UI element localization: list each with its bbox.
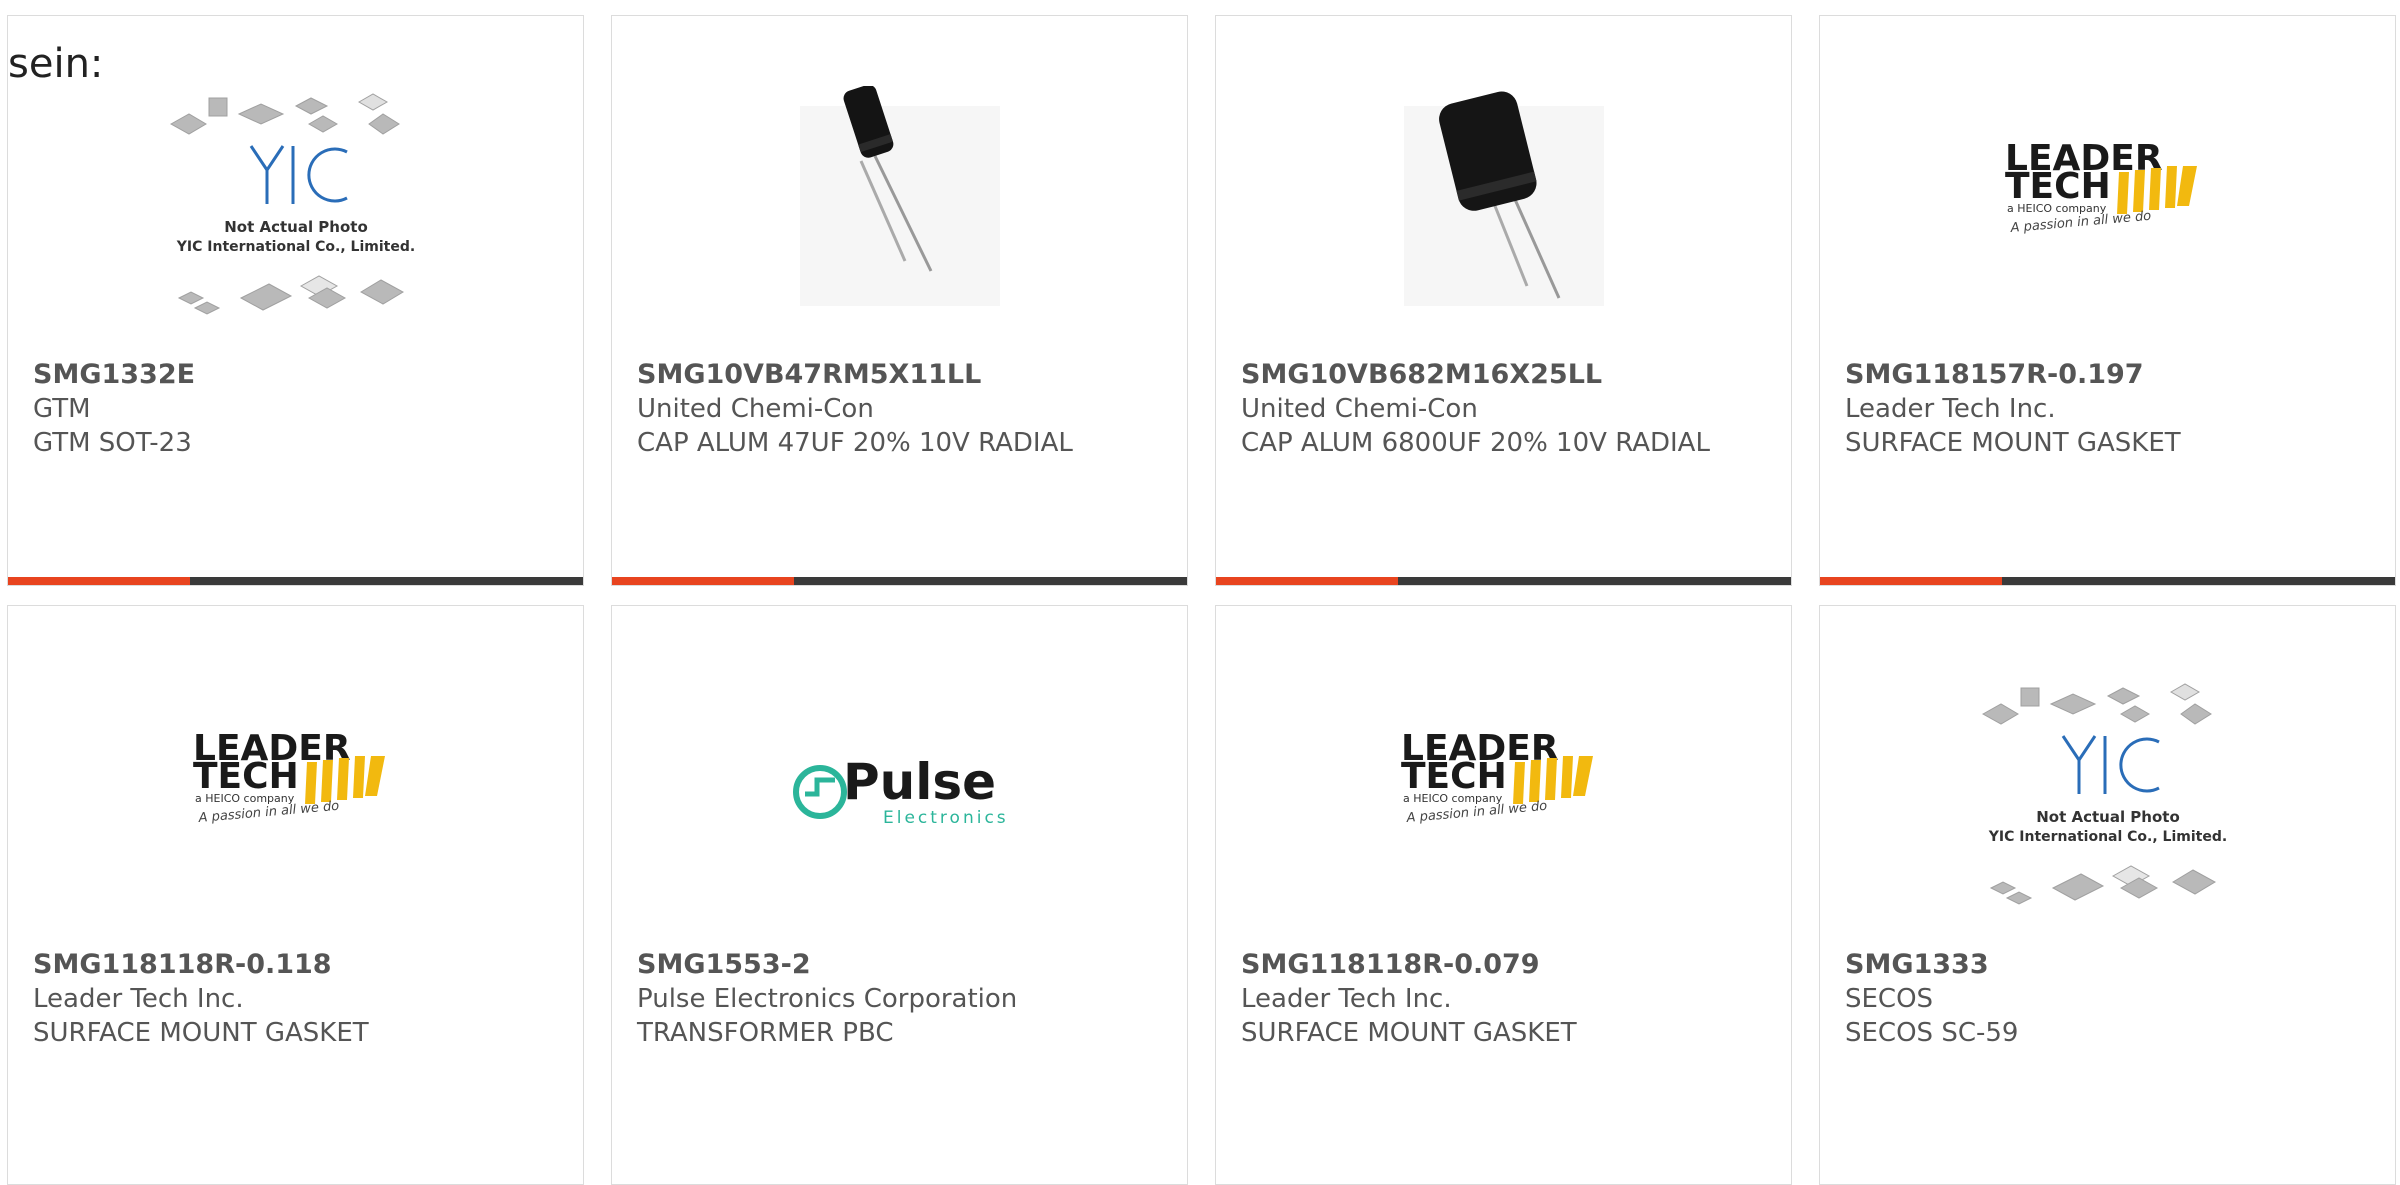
product-image-placeholder: Not Actual Photo YIC International Co., … (151, 86, 441, 326)
product-card[interactable]: LEADER TECH a HEICO company A passion in… (7, 605, 584, 1185)
intro-text: sein: (8, 41, 104, 87)
description: SURFACE MOUNT GASKET (1241, 1018, 1577, 1048)
part-number[interactable]: SMG10VB47RM5X11LL (637, 358, 1167, 392)
product-card[interactable]: SMG10VB47RM5X11LL United Chemi-Con CAP A… (611, 15, 1188, 586)
leadertech-logo: LEADER TECH a HEICO company A passion in… (151, 676, 441, 916)
product-card[interactable]: SMG10VB682M16X25LL United Chemi-Con CAP … (1215, 15, 1792, 586)
description: SECOS SC-59 (1845, 1018, 2019, 1048)
card-bottom-bar (1216, 577, 1791, 585)
manufacturer: United Chemi-Con (637, 394, 874, 424)
part-number[interactable]: SMG1333 (1845, 948, 2375, 982)
part-number[interactable]: SMG1332E (33, 358, 563, 392)
svg-text:TECH: TECH (193, 756, 299, 797)
description: SURFACE MOUNT GASKET (1845, 428, 2181, 458)
product-card[interactable]: Not Actual Photo YIC International Co., … (7, 15, 584, 586)
part-number[interactable]: SMG118118R-0.079 (1241, 948, 1771, 982)
part-number[interactable]: SMG1553-2 (637, 948, 1167, 982)
product-image-placeholder: Not Actual Photo YIC International Co., … (1963, 676, 2253, 916)
product-card[interactable]: Pulse Electronics SMG1553-2 Pulse Electr… (611, 605, 1188, 1185)
svg-text:TECH: TECH (1401, 756, 1507, 797)
description: SURFACE MOUNT GASKET (33, 1018, 369, 1048)
manufacturer: GTM (33, 394, 91, 424)
product-card[interactable]: LEADER TECH a HEICO company A passion in… (1819, 15, 2396, 586)
product-grid: Not Actual Photo YIC International Co., … (0, 0, 2400, 1185)
part-number[interactable]: SMG118157R-0.197 (1845, 358, 2375, 392)
pulse-logo: Pulse Electronics (755, 676, 1045, 916)
leadertech-logo: LEADER TECH a HEICO company A passion in… (1963, 86, 2253, 326)
part-number[interactable]: SMG118118R-0.118 (33, 948, 563, 982)
svg-text:Electronics: Electronics (883, 808, 1009, 828)
description: CAP ALUM 47UF 20% 10V RADIAL (637, 428, 1073, 458)
svg-text:Pulse: Pulse (843, 753, 996, 811)
description: GTM SOT-23 (33, 428, 192, 458)
leadertech-logo: LEADER TECH a HEICO company A passion in… (1359, 676, 1649, 916)
description: CAP ALUM 6800UF 20% 10V RADIAL (1241, 428, 1710, 458)
placeholder-note: Not Actual Photo (224, 218, 368, 236)
capacitor-small-image (755, 86, 1045, 326)
capacitor-large-image (1359, 86, 1649, 326)
manufacturer: Pulse Electronics Corporation (637, 984, 1018, 1014)
part-number[interactable]: SMG10VB682M16X25LL (1241, 358, 1771, 392)
placeholder-company: YIC International Co., Limited. (175, 239, 414, 255)
manufacturer: Leader Tech Inc. (1241, 984, 1452, 1014)
card-bottom-bar (612, 577, 1187, 585)
manufacturer: Leader Tech Inc. (33, 984, 244, 1014)
svg-text:TECH: TECH (2005, 166, 2111, 207)
product-card[interactable]: Not Actual Photo YIC International Co., … (1819, 605, 2396, 1185)
placeholder-note: Not Actual Photo (2036, 808, 2180, 826)
placeholder-company: YIC International Co., Limited. (1987, 829, 2226, 845)
description: TRANSFORMER PBC (637, 1018, 894, 1048)
card-bottom-bar (8, 577, 583, 585)
manufacturer: SECOS (1845, 984, 1934, 1014)
card-bottom-bar (1820, 577, 2395, 585)
manufacturer: Leader Tech Inc. (1845, 394, 2056, 424)
manufacturer: United Chemi-Con (1241, 394, 1478, 424)
product-card[interactable]: LEADER TECH a HEICO company A passion in… (1215, 605, 1792, 1185)
